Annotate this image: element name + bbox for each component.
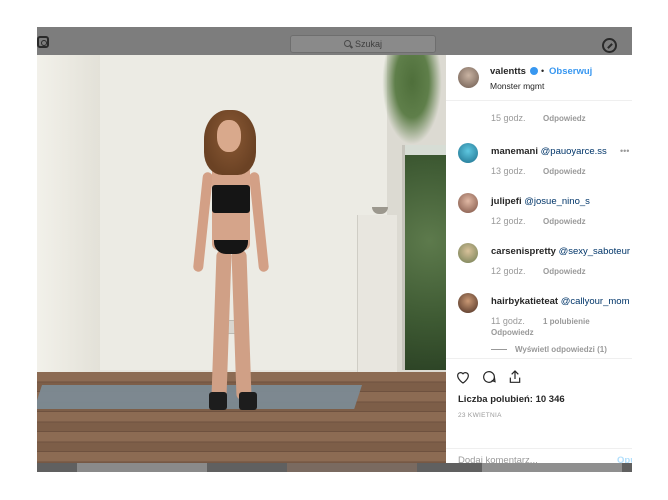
avatar[interactable]: [458, 243, 478, 263]
share-icon[interactable]: [507, 369, 523, 385]
comment-text: hairbykatieteat @callyour_mom: [491, 296, 629, 307]
post-username[interactable]: valentts: [490, 66, 526, 77]
comment-mention[interactable]: @pauoyarce.ss: [541, 146, 607, 157]
avatar[interactable]: [458, 67, 479, 88]
likes-count[interactable]: Liczba polubień: 10 346: [458, 394, 565, 405]
comment-mention[interactable]: @josue_nino_s: [524, 196, 590, 207]
post-actions: Liczba polubień: 10 346 23 KWIETNIA: [446, 358, 632, 448]
model-figure: [192, 110, 282, 410]
comment-username[interactable]: manemani: [491, 146, 538, 157]
explore-compass-icon[interactable]: [602, 38, 617, 53]
list-item: julipefi @josue_nino_s 12 godz. Odpowied…: [446, 191, 632, 241]
post-header: valentts • Obserwuj Monster mgmt: [446, 55, 632, 101]
avatar[interactable]: [458, 193, 478, 213]
view-replies-label: Wyświetl odpowiedzi (1): [515, 345, 607, 354]
reply-button[interactable]: Odpowiedz: [491, 328, 534, 337]
reply-button[interactable]: Odpowiedz: [543, 267, 586, 276]
instagram-logo-icon[interactable]: [37, 36, 49, 48]
post-side-panel: valentts • Obserwuj Monster mgmt 15 godz…: [446, 55, 632, 472]
follow-button[interactable]: Obserwuj: [549, 66, 592, 77]
comment-time[interactable]: 12 godz.: [491, 266, 526, 276]
search-icon: [344, 40, 351, 47]
list-item: manemani @pauoyarce.ss ••• 13 godz. Odpo…: [446, 141, 632, 191]
search-placeholder: Szukaj: [355, 39, 383, 49]
post-modal: Szukaj valentts • Obserwuj Monster mgmt …: [37, 27, 632, 472]
comment-username[interactable]: julipefi: [491, 196, 522, 207]
top-navigation-bar: Szukaj: [37, 27, 632, 55]
list-item: carsenispretty @sexy_saboteur 12 godz. O…: [446, 241, 632, 291]
comments-list[interactable]: 15 godz. Odpowiedz manemani @pauoyarce.s…: [446, 101, 632, 358]
comment-username[interactable]: hairbykatieteat: [491, 296, 558, 307]
post-date: 23 KWIETNIA: [458, 412, 502, 419]
reply-button[interactable]: Odpowiedz: [543, 114, 586, 123]
post-location[interactable]: Monster mgmt: [490, 81, 544, 91]
comment-time[interactable]: 13 godz.: [491, 166, 526, 176]
comment-username[interactable]: carsenispretty: [491, 246, 556, 257]
view-replies-button[interactable]: Wyświetl odpowiedzi (1): [491, 345, 607, 354]
comment-text: julipefi @josue_nino_s: [491, 196, 590, 207]
reply-button[interactable]: Odpowiedz: [543, 217, 586, 226]
heart-icon[interactable]: [455, 369, 471, 385]
post-photo: [37, 55, 446, 472]
thumbnail-strip: [37, 463, 632, 472]
comment-icon[interactable]: [481, 369, 497, 385]
comment-time[interactable]: 15 godz.: [491, 113, 526, 123]
more-options-icon[interactable]: •••: [620, 146, 629, 156]
avatar[interactable]: [458, 293, 478, 313]
comment-time[interactable]: 11 godz.: [491, 316, 525, 326]
comment-mention[interactable]: @callyour_mom: [561, 296, 630, 307]
comment-time[interactable]: 12 godz.: [491, 216, 526, 226]
search-input[interactable]: Szukaj: [290, 35, 436, 53]
comment-likes[interactable]: 1 polubienie: [543, 317, 590, 326]
list-item: hairbykatieteat @callyour_mom 11 godz. 1…: [446, 291, 632, 358]
comment-text: manemani @pauoyarce.ss: [491, 146, 607, 157]
verified-badge-icon: [530, 67, 538, 75]
reply-button[interactable]: Odpowiedz: [543, 167, 586, 176]
avatar[interactable]: [458, 143, 478, 163]
comment-text: carsenispretty @sexy_saboteur: [491, 246, 630, 257]
comment-mention[interactable]: @sexy_saboteur: [559, 246, 630, 257]
